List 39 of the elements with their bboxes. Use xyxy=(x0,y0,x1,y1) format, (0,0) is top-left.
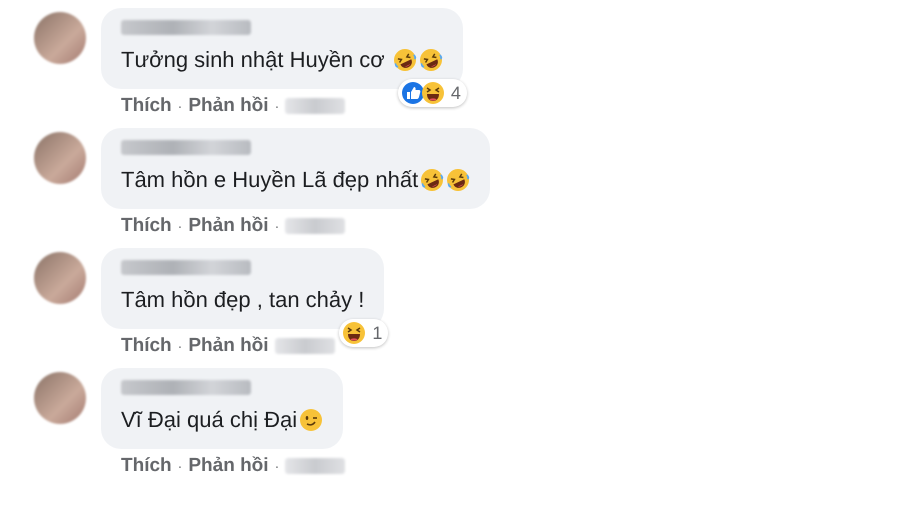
reaction-summary[interactable]: 4 xyxy=(398,79,467,107)
comment-text: Tâm hồn đẹp , tan chảy ! xyxy=(121,287,364,313)
separator-dot: · xyxy=(274,458,280,474)
like-link[interactable]: Thích xyxy=(121,455,172,477)
blurred-timestamp xyxy=(285,458,346,474)
comment-text: Tâm hồn e Huyền Lã đẹp nhất xyxy=(121,167,418,193)
blurred-timestamp xyxy=(285,98,346,114)
avatar[interactable] xyxy=(34,372,86,424)
reply-link[interactable]: Phản hồi xyxy=(188,215,269,237)
reaction-count: 1 xyxy=(372,322,382,344)
laughing-tears-emoji-icon xyxy=(392,48,417,72)
laughing-tears-emoji-icon xyxy=(418,48,443,72)
separator-dot: · xyxy=(178,338,182,354)
blurred-timestamp xyxy=(285,218,346,234)
comment-text: Tưởng sinh nhật Huyền cơ xyxy=(121,47,386,73)
reaction-summary[interactable]: 1 xyxy=(339,319,388,347)
like-link[interactable]: Thích xyxy=(121,335,172,357)
laughing-tears-emoji-icon xyxy=(446,168,470,192)
avatar[interactable] xyxy=(34,252,86,304)
comment-text: Vĩ Đại quá chị Đại xyxy=(121,407,298,433)
laughing-emoji-icon xyxy=(342,321,366,345)
avatar[interactable] xyxy=(34,12,86,64)
avatar[interactable] xyxy=(34,132,86,184)
thumbs-up-icon xyxy=(400,81,425,105)
separator-dot: · xyxy=(274,218,280,234)
laughing-tears-emoji-icon xyxy=(420,168,444,192)
reply-link[interactable]: Phản hồi xyxy=(188,335,269,357)
blurred-timestamp xyxy=(274,338,335,354)
separator-dot: · xyxy=(274,98,280,114)
reply-link[interactable]: Phản hồi xyxy=(188,455,269,477)
laughing-emoji-icon xyxy=(420,81,445,105)
reaction-count: 4 xyxy=(450,82,461,104)
reply-link[interactable]: Phản hồi xyxy=(188,95,269,117)
winking-emoji-icon xyxy=(299,408,324,432)
separator-dot: · xyxy=(178,458,182,474)
separator-dot: · xyxy=(178,218,182,234)
like-link[interactable]: Thích xyxy=(121,215,172,237)
separator-dot: · xyxy=(178,98,182,114)
like-link[interactable]: Thích xyxy=(121,95,172,117)
